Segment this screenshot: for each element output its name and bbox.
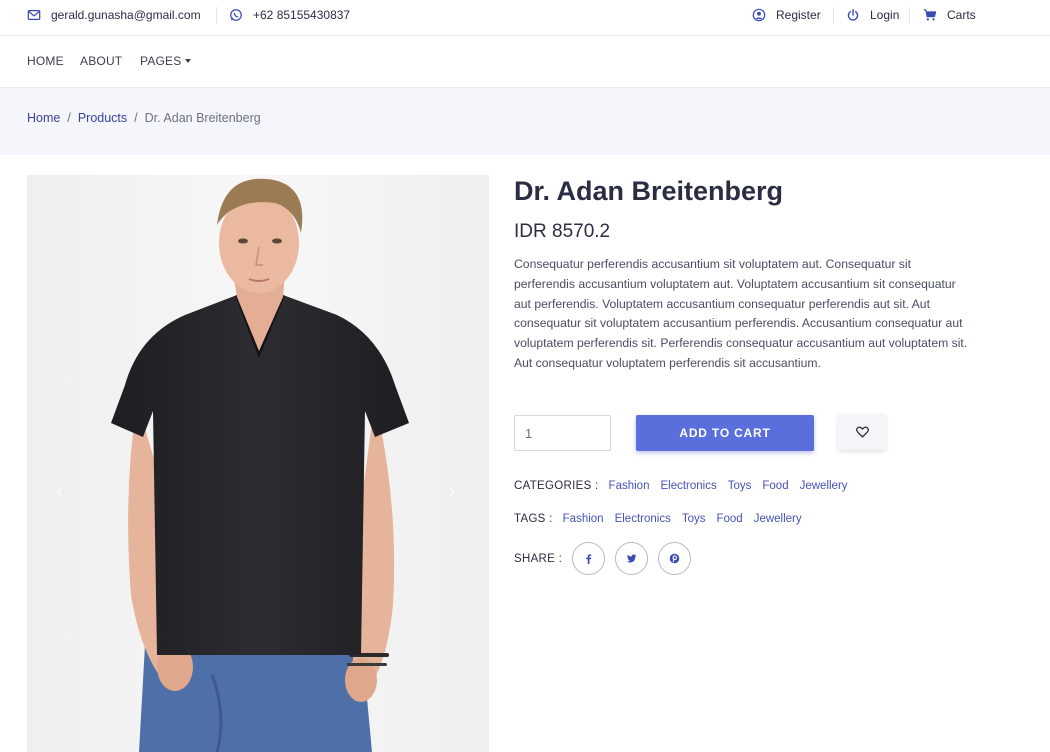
product-price: IDR 8570.2 xyxy=(514,221,611,242)
nav-home[interactable]: HOME xyxy=(27,36,64,86)
category-link[interactable]: Food xyxy=(762,480,788,492)
tag-link[interactable]: Fashion xyxy=(563,513,604,525)
category-link[interactable]: Toys xyxy=(728,480,752,492)
power-icon xyxy=(847,9,859,21)
category-link[interactable]: Jewellery xyxy=(800,480,848,492)
breadcrumb-band: Home / Products / Dr. Adan Breitenberg xyxy=(0,88,1050,155)
register-link[interactable]: Register xyxy=(752,0,821,30)
envelope-icon xyxy=(27,10,41,20)
main-nav: HOME ABOUT PAGES xyxy=(0,36,1050,88)
login-label: Login xyxy=(870,8,900,22)
carts-label: Carts xyxy=(947,8,976,22)
phone-contact[interactable]: +62 85155430837 xyxy=(229,0,350,30)
product-gallery: ‹ › xyxy=(27,175,489,752)
add-to-cart-button[interactable]: ADD TO CART xyxy=(636,415,814,451)
topbar-divider xyxy=(216,7,217,24)
tag-link[interactable]: Electronics xyxy=(615,513,671,525)
share-row: SHARE : xyxy=(514,542,701,575)
wishlist-button[interactable] xyxy=(838,414,886,450)
quantity-input[interactable] xyxy=(514,415,611,451)
carousel-next-arrow[interactable]: › xyxy=(449,480,456,503)
login-link[interactable]: Login xyxy=(846,0,899,30)
category-link[interactable]: Fashion xyxy=(609,480,650,492)
breadcrumb-home[interactable]: Home xyxy=(27,111,60,125)
twitter-icon xyxy=(626,554,637,563)
breadcrumb-separator: / xyxy=(67,111,71,125)
whatsapp-icon xyxy=(230,9,242,21)
topbar-divider xyxy=(833,7,834,24)
phone-text: +62 85155430837 xyxy=(253,8,351,22)
tag-link[interactable]: Toys xyxy=(682,513,706,525)
breadcrumb: Home / Products / Dr. Adan Breitenberg xyxy=(27,111,261,125)
tags-label: TAGS : xyxy=(514,513,553,525)
categories-label: CATEGORIES : xyxy=(514,480,599,492)
email-text: gerald.gunasha@gmail.com xyxy=(51,8,201,22)
tag-link[interactable]: Jewellery xyxy=(754,513,802,525)
facebook-icon xyxy=(586,554,592,564)
topbar-divider xyxy=(909,7,910,24)
breadcrumb-separator: / xyxy=(134,111,138,125)
share-label: SHARE : xyxy=(514,552,563,565)
product-description: Consequatur perferendis accusantium sit … xyxy=(514,257,968,370)
breadcrumb-products[interactable]: Products xyxy=(78,111,127,125)
categories-row: CATEGORIES : Fashion Electronics Toys Fo… xyxy=(514,480,859,492)
carts-link[interactable]: Carts xyxy=(923,0,976,30)
product-title: Dr. Adan Breitenberg xyxy=(514,176,784,206)
pinterest-icon xyxy=(669,553,680,564)
category-link[interactable]: Electronics xyxy=(660,480,716,492)
user-icon xyxy=(752,8,766,22)
register-label: Register xyxy=(776,8,821,22)
product-photo xyxy=(27,175,489,752)
tag-link[interactable]: Food xyxy=(716,513,742,525)
carousel-prev-arrow[interactable]: ‹ xyxy=(56,480,63,503)
nav-about[interactable]: ABOUT xyxy=(80,36,122,86)
share-twitter-button[interactable] xyxy=(615,542,649,575)
breadcrumb-current: Dr. Adan Breitenberg xyxy=(144,111,261,125)
tags-row: TAGS : Fashion Electronics Toys Food Jew… xyxy=(514,513,813,525)
share-pinterest-button[interactable] xyxy=(658,542,692,575)
email-contact[interactable]: gerald.gunasha@gmail.com xyxy=(27,0,201,30)
top-bar: gerald.gunasha@gmail.com +62 85155430837… xyxy=(0,0,1050,36)
share-facebook-button[interactable] xyxy=(572,542,606,575)
caret-down-icon xyxy=(185,59,192,63)
nav-pages-label: PAGES xyxy=(140,54,182,68)
cart-icon xyxy=(923,9,937,21)
nav-pages[interactable]: PAGES xyxy=(140,36,192,86)
heart-icon xyxy=(855,426,869,438)
